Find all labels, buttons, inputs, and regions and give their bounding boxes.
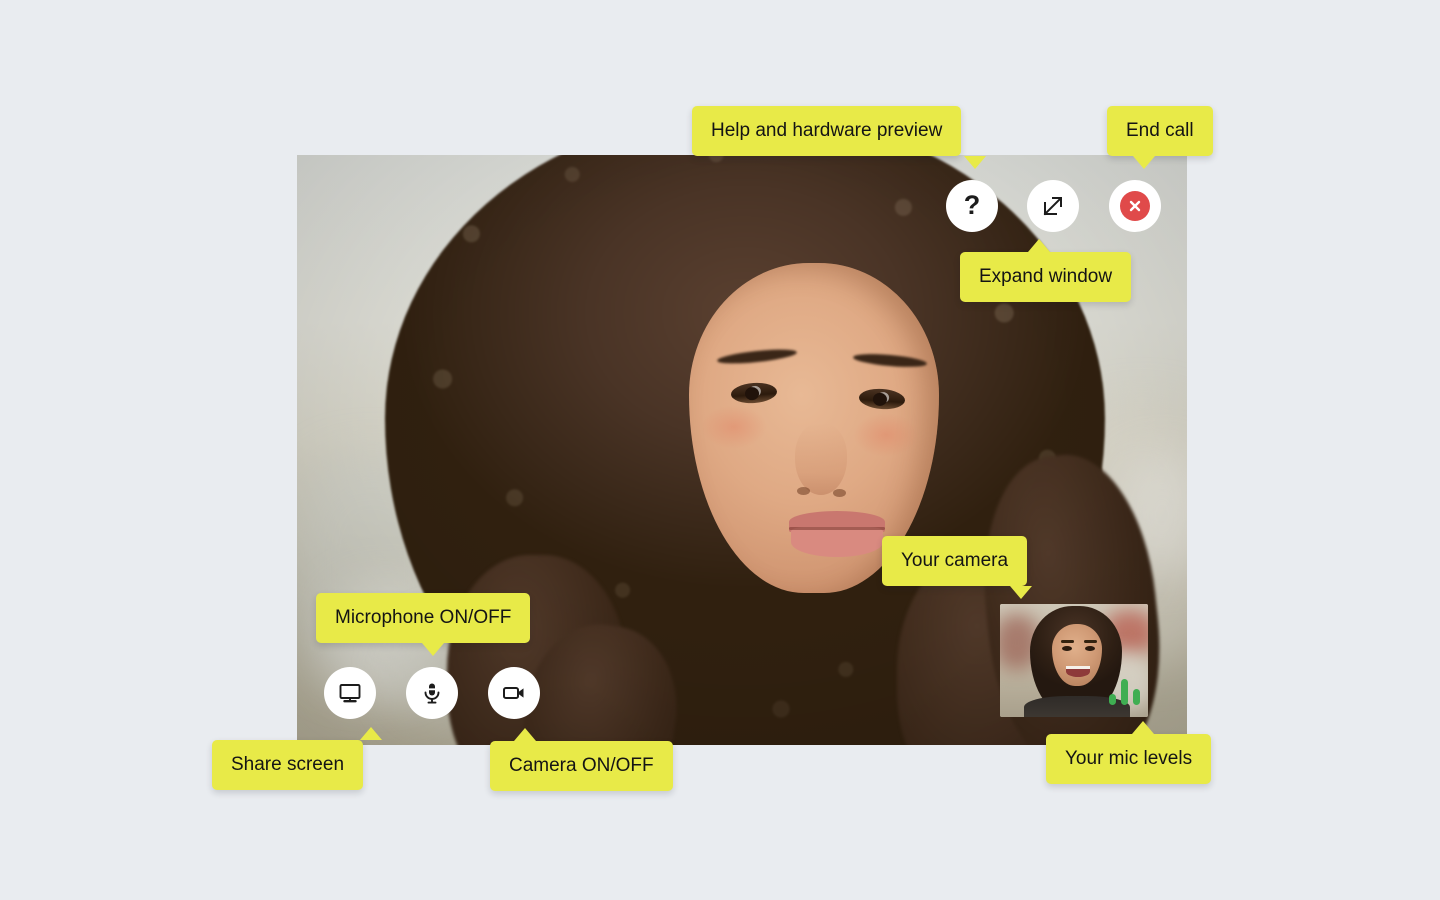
participant-nostril (833, 489, 846, 497)
participant-cheek (701, 405, 767, 449)
participant-mouth-line (789, 527, 885, 530)
microphone-muted-icon (424, 683, 440, 704)
end-call-icon (1120, 191, 1150, 221)
self-view-eye (1062, 646, 1072, 651)
camera-button[interactable] (488, 667, 540, 719)
participant-lower-lip (791, 527, 883, 557)
mic-level-meter (1109, 673, 1140, 705)
share-screen-button[interactable] (324, 667, 376, 719)
self-view-eye (1085, 646, 1095, 651)
tooltip-your-camera: Your camera (882, 536, 1033, 599)
tooltip-help: Help and hardware preview (692, 106, 987, 169)
mic-level-bar (1133, 689, 1140, 705)
monitor-icon (339, 684, 361, 703)
participant-nose (795, 423, 847, 495)
help-button[interactable]: ? (946, 180, 998, 232)
tooltip-your-mic-levels: Your mic levels (1046, 721, 1212, 784)
tooltip-microphone: Microphone ON/OFF (316, 593, 531, 656)
microphone-button[interactable] (406, 667, 458, 719)
mic-level-bar (1121, 679, 1128, 705)
question-mark-icon: ? (963, 190, 981, 220)
self-view-smile (1066, 666, 1090, 677)
self-view-eyebrow (1084, 640, 1097, 643)
expand-window-button[interactable] (1027, 180, 1079, 232)
expand-window-icon (1043, 197, 1062, 216)
end-call-button[interactable] (1109, 180, 1161, 232)
video-camera-icon (503, 687, 524, 699)
self-view-eyebrow (1061, 640, 1074, 643)
tooltip-end-call: End call (1107, 106, 1213, 169)
tooltip-camera: Camera ON/OFF (490, 728, 673, 791)
participant-cheek (853, 413, 919, 457)
video-call-window (297, 155, 1187, 745)
mic-level-bar (1109, 694, 1116, 705)
self-view-thumbnail[interactable] (1000, 604, 1148, 717)
participant-nostril (797, 487, 810, 495)
tooltip-share-screen: Share screen (212, 727, 383, 790)
tooltip-expand-window: Expand window (960, 239, 1132, 302)
